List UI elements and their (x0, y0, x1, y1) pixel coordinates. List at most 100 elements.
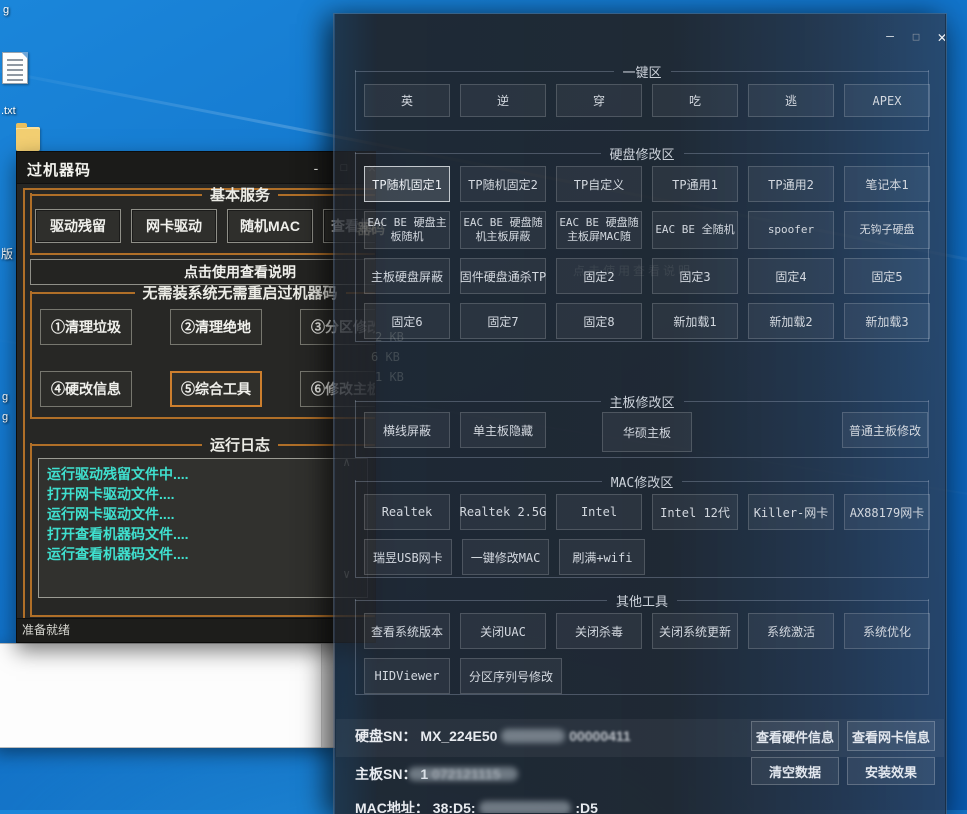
disk-button[interactable]: 固定7 (460, 303, 546, 339)
random-mac-button[interactable]: 随机MAC (227, 209, 313, 243)
disk-button[interactable]: EAC BE 硬盘随机主板屏蔽 (460, 211, 546, 249)
disk-button[interactable]: 固定3 (652, 258, 738, 294)
mac-button[interactable]: Killer-网卡 (748, 494, 834, 530)
nic-driver-button[interactable]: 网卡驱动 (131, 209, 217, 243)
mac-button[interactable]: Realtek 2.5G (460, 494, 546, 530)
censor-blur (408, 767, 518, 781)
title-bar[interactable]: 过机器码 - □ × (17, 152, 375, 184)
disk-button[interactable]: 固定2 (556, 258, 642, 294)
group-run-log: 运行日志 运行驱动残留文件中.... 打开网卡驱动文件.... 运行网卡驱动文件… (30, 443, 376, 617)
mac-value-prefix: 38:D5: (433, 800, 476, 814)
disk-button[interactable]: 笔记本1 (844, 166, 930, 202)
mac-value-suffix: :D5 (575, 800, 598, 814)
disk-button[interactable]: 固定5 (844, 258, 930, 294)
disk-button-active[interactable]: TP随机固定1 (364, 166, 450, 202)
minimize-button[interactable]: — (879, 27, 901, 47)
window-title: 过机器码 (27, 159, 91, 180)
step5-toolbox-button[interactable]: ⑤综合工具 (170, 371, 262, 407)
desktop-icon-label[interactable]: .txt (1, 105, 16, 117)
status-bar: 准备就绪 (17, 618, 375, 642)
group-title: 无需装系统无需重启过机器码 (135, 282, 346, 303)
disk-button[interactable]: 固件硬盘通杀TP (460, 258, 546, 294)
tool-button-hidviewer[interactable]: HIDViewer (364, 658, 450, 694)
tool-button[interactable]: 系统优化 (844, 613, 930, 649)
board-button[interactable]: 横线屏蔽 (364, 412, 450, 448)
scrollbar[interactable] (321, 644, 334, 747)
group-title: 运行日志 (202, 434, 278, 455)
log-line: 运行网卡驱动文件.... (47, 504, 359, 524)
section-other-tools: 其他工具 查看系统版本 关闭UAC 关闭杀毒 关闭系统更新 系统激活 系统优化 … (355, 599, 929, 695)
game-button-apex[interactable]: APEX (844, 84, 930, 117)
maximize-button[interactable]: □ (905, 27, 927, 47)
ghost-filesize: 1 KB (375, 370, 404, 384)
game-button[interactable]: 穿 (556, 84, 642, 117)
clear-data-button[interactable]: 清空数据 (751, 757, 839, 785)
tool-button[interactable]: 关闭系统更新 (652, 613, 738, 649)
mac-button[interactable]: AX88179网卡 (844, 494, 930, 530)
disk-button[interactable]: 固定8 (556, 303, 642, 339)
disk-button[interactable]: 固定4 (748, 258, 834, 294)
game-button[interactable]: 逃 (748, 84, 834, 117)
disk-button[interactable]: TP通用1 (652, 166, 738, 202)
section-title: 主板修改区 (601, 392, 684, 411)
game-button[interactable]: 英 (364, 84, 450, 117)
disk-button[interactable]: 固定6 (364, 303, 450, 339)
step1-clean-junk-button[interactable]: ①清理垃圾 (40, 309, 132, 345)
section-disk-modify: 硬盘修改区 TP随机固定1 TP随机固定2 TP自定义 TP通用1 TP通用2 … (355, 152, 929, 342)
log-output[interactable]: 运行驱动残留文件中.... 打开网卡驱动文件.... 运行网卡驱动文件.... … (38, 458, 368, 598)
log-line: 运行驱动残留文件中.... (47, 464, 359, 484)
ghost-filesize: 6 KB (371, 350, 400, 364)
hdd-sn-value-tail: 00000411 (569, 728, 631, 744)
section-title: 其他工具 (607, 591, 677, 610)
disk-button[interactable]: TP通用2 (748, 166, 834, 202)
board-sn-row: 主板SN： 1 072121115 (355, 764, 518, 784)
desktop-icon-label[interactable]: 版 (1, 245, 13, 262)
section-title: 硬盘修改区 (601, 144, 684, 163)
mac-button[interactable]: Realtek (364, 494, 450, 530)
section-mac-modify: MAC修改区 Realtek Realtek 2.5G Intel Intel … (355, 480, 929, 578)
mac-button[interactable]: 刷满+wifi (559, 539, 645, 575)
game-button[interactable]: 逆 (460, 84, 546, 117)
mac-button[interactable]: Intel 12代 (652, 494, 738, 530)
view-hardware-info-button[interactable]: 查看硬件信息 (751, 721, 839, 751)
disk-button[interactable]: 新加载1 (652, 303, 738, 339)
desktop-icon-label[interactable]: g (2, 411, 8, 423)
board-button-asus[interactable]: 华硕主板 (602, 412, 692, 452)
disk-button[interactable]: TP随机固定2 (460, 166, 546, 202)
disk-button[interactable]: 无钩子硬盘 (844, 211, 930, 249)
mac-button[interactable]: 瑞昱USB网卡 (364, 539, 452, 575)
step4-hard-info-button[interactable]: ④硬改信息 (40, 371, 132, 407)
board-button-common[interactable]: 普通主板修改 (842, 412, 928, 448)
board-button[interactable]: 单主板隐藏 (460, 412, 546, 448)
minimize-button[interactable]: - (305, 157, 327, 179)
tool-button[interactable]: 关闭UAC (460, 613, 546, 649)
tool-button[interactable]: 关闭杀毒 (556, 613, 642, 649)
mac-button[interactable]: 一键修改MAC (462, 539, 550, 575)
disk-button[interactable]: EAC BE 硬盘主板随机 (364, 211, 450, 249)
section-title: MAC修改区 (602, 472, 682, 491)
disk-button[interactable]: EAC BE 全随机 (652, 211, 738, 249)
step2-clean-pubg-button[interactable]: ②清理绝地 (170, 309, 262, 345)
board-sn-label: 主板SN： (355, 766, 416, 782)
desktop-icon-label[interactable]: g (2, 391, 8, 403)
driver-residue-button[interactable]: 驱动残留 (35, 209, 121, 243)
disk-button[interactable]: TP自定义 (556, 166, 642, 202)
hdd-sn-label: 硬盘SN： (355, 728, 416, 744)
folder-icon[interactable] (16, 127, 40, 151)
desktop-icon-label[interactable]: g (3, 4, 9, 16)
disk-button[interactable]: EAC BE 硬盘随主板屏MAC随 (556, 211, 642, 249)
tool-button[interactable]: 分区序列号修改 (460, 658, 562, 694)
text-file-icon[interactable] (2, 52, 28, 84)
hdd-sn-row: 硬盘SN： MX_224E50 00000411 (355, 726, 631, 746)
install-effect-button[interactable]: 安装效果 (847, 757, 935, 785)
tool-button[interactable]: 查看系统版本 (364, 613, 450, 649)
disk-button[interactable]: 新加载3 (844, 303, 930, 339)
disk-button[interactable]: 主板硬盘屏蔽 (364, 258, 450, 294)
disk-button[interactable]: 新加载2 (748, 303, 834, 339)
mac-button[interactable]: Intel (556, 494, 642, 530)
disk-button[interactable]: spoofer (748, 211, 834, 249)
close-button[interactable]: ✕ (931, 27, 946, 47)
view-nic-info-button[interactable]: 查看网卡信息 (847, 721, 935, 751)
tool-button[interactable]: 系统激活 (748, 613, 834, 649)
game-button[interactable]: 吃 (652, 84, 738, 117)
